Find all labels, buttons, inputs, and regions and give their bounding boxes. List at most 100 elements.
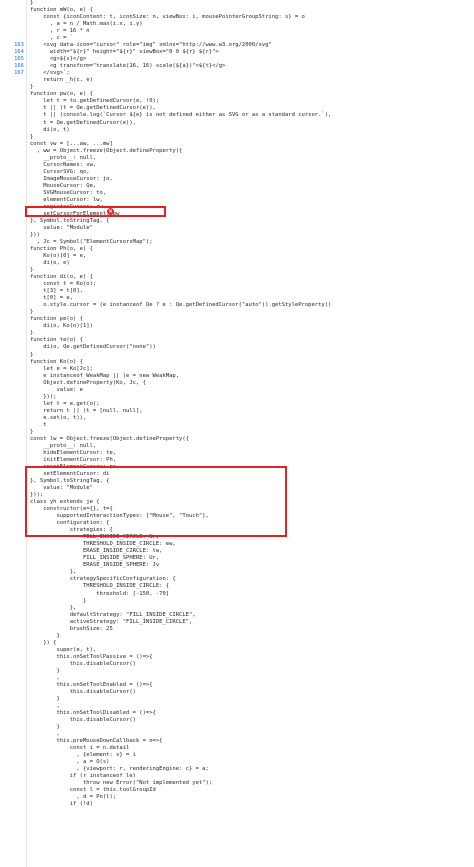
code-line[interactable]: , r = 16 * n [30, 28, 474, 35]
source-code-area[interactable]: } function mW(o, e) { const {iconContent:… [30, 0, 474, 867]
code-line[interactable]: brushSize: 25 [30, 626, 474, 633]
code-line[interactable]: this.disableCursor() [30, 661, 474, 668]
code-line[interactable]: } [30, 0, 474, 7]
code-line[interactable]: strategySpecificConfiguration: { [30, 576, 474, 583]
code-line[interactable]: const i = n.detail [30, 745, 474, 752]
code-line[interactable]: , {element: s} = i [30, 752, 474, 759]
code-line[interactable]: , [30, 675, 474, 682]
code-line[interactable]: THRESHOLD_INSIDE_CIRCLE: { [30, 583, 474, 590]
code-line[interactable]: return _h(c, e) [30, 77, 474, 84]
code-line[interactable]: t[0] = e, [30, 295, 474, 302]
code-line[interactable]: ERASE_INSIDE_CIRCLE: tw, [30, 548, 474, 555]
code-line[interactable]: <svg data-icon="cursor" role="img" xmlns… [30, 42, 474, 49]
code-line[interactable]: , {viewport: r, renderingEngine: c} = a; [30, 766, 474, 773]
code-line[interactable]: __proto__: null, [30, 155, 474, 162]
code-line[interactable]: function pw(o, e) { [30, 91, 474, 98]
code-line[interactable]: ImageMouseCursor: jo, [30, 176, 474, 183]
code-line[interactable]: , [30, 731, 474, 738]
code-line[interactable]: , [30, 703, 474, 710]
code-line[interactable]: , Jc = Symbol("ElementCursorsMap"); [30, 239, 474, 246]
code-line[interactable]: }, Symbol.toStringTag, { [30, 218, 474, 225]
code-line[interactable]: this.disableCursor() [30, 717, 474, 724]
code-line[interactable]: t [30, 422, 474, 429]
code-line[interactable]: }, [30, 569, 474, 576]
code-line[interactable]: hideElementCursor: te, [30, 450, 474, 457]
code-line[interactable]: ERASE_INSIDE_SPHERE: Jv [30, 562, 474, 569]
code-line[interactable]: const t = Ko(o); [30, 281, 474, 288]
code-line[interactable]: defaultStrategy: "FILL_INSIDE_CIRCLE", [30, 612, 474, 619]
code-line[interactable]: } [30, 633, 474, 640]
code-line[interactable]: function mW(o, e) { [30, 7, 474, 14]
code-line[interactable]: value: "Module" [30, 225, 474, 232]
code-line[interactable]: throw new Error("Not implemented yet"); [30, 780, 474, 787]
code-line[interactable]: , c = ` [30, 35, 474, 42]
code-line[interactable]: t[3] = t[0], [30, 288, 474, 295]
code-line[interactable]: elementCursor: lw, [30, 197, 474, 204]
code-line[interactable]: } [30, 134, 474, 141]
code-line[interactable]: let t = e.get(o); [30, 401, 474, 408]
line-number[interactable]: 163 [0, 42, 26, 49]
code-line[interactable]: } [30, 696, 474, 703]
code-line[interactable]: e.set(o, t)), [30, 415, 474, 422]
code-line[interactable]: di(o, e) [30, 260, 474, 267]
code-line[interactable]: FILL_INSIDE_SPHERE: Ur, [30, 555, 474, 562]
code-line[interactable]: width="${r}" height="${r}" viewBox="0 0 … [30, 49, 474, 56]
code-line[interactable]: } [30, 309, 474, 316]
code-line[interactable]: CursorSVG: qo, [30, 169, 474, 176]
code-line[interactable]: function Ph(o, e) { [30, 246, 474, 253]
code-line[interactable]: function te(o) { [30, 337, 474, 344]
code-line[interactable]: const {iconContent: t, iconSize: n, view… [30, 14, 474, 21]
code-line[interactable]: , a = n / Math.max(i.x, i.y) [30, 21, 474, 28]
code-line[interactable]: <g transform="translate(16, 16) scale(${… [30, 63, 474, 70]
code-line[interactable]: t || (console.log(`Cursor ${e} is not de… [30, 112, 474, 119]
code-line[interactable]: value: e [30, 387, 474, 394]
code-line[interactable]: let t = to.getDefinedCursor(e, !0); [30, 98, 474, 105]
code-line[interactable]: function pe(o) { [30, 316, 474, 323]
code-line[interactable]: this.onSetToolDisabled = ()=>{ [30, 710, 474, 717]
code-line[interactable]: MouseCursor: Qe, [30, 183, 474, 190]
code-line[interactable]: } [30, 84, 474, 91]
code-line[interactable]: , ww = Object.freeze(Object.defineProper… [30, 148, 474, 155]
code-line[interactable]: } [30, 352, 474, 359]
code-line[interactable]: } [30, 267, 474, 274]
code-line[interactable]: }) { [30, 640, 474, 647]
code-line[interactable]: THRESHOLD_INSIDE_CIRCLE: ew, [30, 541, 474, 548]
code-line[interactable]: function di(o, e) { [30, 274, 474, 281]
code-line[interactable]: super(e, t), [30, 647, 474, 654]
code-line[interactable]: </svg>`; [30, 70, 474, 77]
code-line[interactable]: activeStrategy: "FILL_INSIDE_CIRCLE", [30, 619, 474, 626]
error-icon[interactable]: × [107, 208, 114, 215]
line-number[interactable]: 166 [0, 63, 26, 70]
code-line[interactable]: __proto__: null, [30, 443, 474, 450]
code-line[interactable]: } [30, 598, 474, 605]
code-line[interactable]: o.style.cursor = (e instanceof Qe ? e : … [30, 302, 474, 309]
code-line[interactable]: di(o, Ko(o)[1]) [30, 323, 474, 330]
code-line[interactable]: initElementCursor: Ph, [30, 457, 474, 464]
code-line[interactable]: let e = Ko[Jc]; [30, 366, 474, 373]
code-line[interactable]: t || (t = Qe.getDefinedCursor(e)), [30, 105, 474, 112]
code-line[interactable]: , a = O(s) [30, 759, 474, 766]
code-editor[interactable]: 163 164 165 166 167 } function mW(o, e) { con… [0, 0, 474, 867]
code-line[interactable]: Object.defineProperty(Ko, Jc, { [30, 380, 474, 387]
line-number[interactable]: 167 [0, 70, 26, 77]
code-line[interactable]: } [30, 668, 474, 675]
code-line[interactable]: di(o, Qe.getDefinedCursor("none")) [30, 344, 474, 351]
code-line[interactable]: , d = Pn(l); [30, 794, 474, 801]
code-line[interactable]: di(o, t) [30, 127, 474, 134]
code-line[interactable]: } [30, 429, 474, 436]
code-line[interactable]: function Ko(o) { [30, 359, 474, 366]
code-line[interactable]: <g>${s}</g> [30, 56, 474, 63]
code-line[interactable]: })); [30, 394, 474, 401]
code-line[interactable]: t = Qe.getDefinedCursor(e)), [30, 120, 474, 127]
code-line[interactable]: const lw = Object.freeze(Object.definePr… [30, 436, 474, 443]
code-line[interactable]: return t || (t = [null, null], [30, 408, 474, 415]
code-line[interactable]: this.onSetToolPassive = ()=>{ [30, 654, 474, 661]
code-line[interactable]: e instanceof WeakMap || (e = new WeakMap… [30, 373, 474, 380]
code-line[interactable]: }, [30, 605, 474, 612]
code-line[interactable]: if (r instanceof le) [30, 773, 474, 780]
line-number[interactable]: 165 [0, 56, 26, 63]
code-line[interactable]: } [30, 724, 474, 731]
code-line[interactable]: SVGMouseCursor: to, [30, 190, 474, 197]
code-line[interactable]: threshold: [-150, -70] [30, 591, 474, 598]
code-line[interactable]: this.onSetToolEnabled = ()=>{ [30, 682, 474, 689]
